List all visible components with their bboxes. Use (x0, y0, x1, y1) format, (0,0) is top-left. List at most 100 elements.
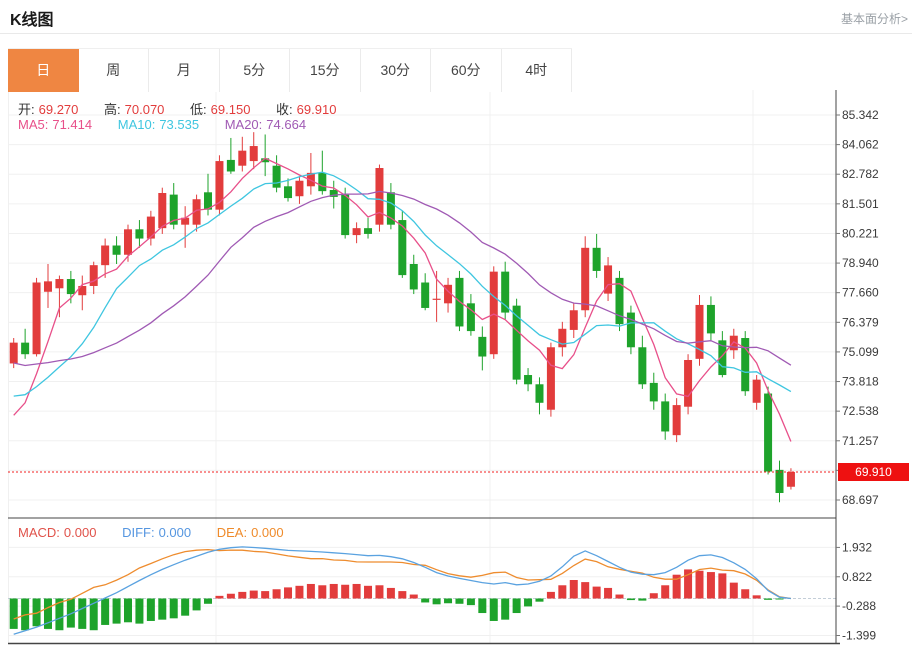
axis-label: 75.099 (842, 345, 879, 359)
macd-bar (467, 599, 475, 606)
candle (535, 384, 543, 403)
candle (250, 146, 258, 161)
candle (101, 245, 109, 265)
macd-bar (433, 599, 441, 605)
candle (638, 347, 646, 384)
ma5-label: MA5: (18, 117, 48, 132)
ma10-label: MA10: (118, 117, 156, 132)
tab-15分[interactable]: 15分 (290, 49, 361, 92)
macd-bar (478, 599, 486, 614)
macd-bar (776, 599, 784, 600)
candle (113, 245, 121, 254)
macd-bar (124, 599, 132, 623)
axis-label: 1.932 (842, 540, 872, 554)
macd-bar (764, 599, 772, 600)
candle (318, 173, 326, 191)
candle (227, 160, 235, 172)
axis-label: 68.697 (842, 493, 879, 507)
candle (33, 283, 41, 355)
tab-30分[interactable]: 30分 (361, 49, 432, 92)
dea-value: 0.000 (251, 525, 284, 540)
close-value: 69.910 (297, 102, 337, 117)
tab-5分[interactable]: 5分 (220, 49, 291, 92)
fundamental-analysis-link[interactable]: 基本面分析> (841, 10, 908, 27)
macd-label: MACD: (18, 525, 60, 540)
candle (673, 405, 681, 435)
kline-page: 85.34284.06282.78281.50180.22178.94077.6… (0, 0, 912, 649)
ma10-value: 73.535 (159, 117, 199, 132)
candle (353, 228, 361, 235)
axis-label: 84.062 (842, 138, 879, 152)
candle (238, 151, 246, 166)
axis-label: 73.818 (842, 375, 879, 389)
candle (478, 337, 486, 357)
candle (661, 401, 669, 431)
macd-bar (410, 595, 418, 599)
ma5-value: 71.414 (52, 117, 92, 132)
macd-bar (215, 596, 223, 599)
tab-60分[interactable]: 60分 (431, 49, 502, 92)
macd-bar (421, 599, 429, 603)
candle (135, 229, 143, 238)
macd-bar (444, 599, 452, 604)
macd-bar (375, 585, 383, 598)
macd-legend: MACD:0.000 DIFF:0.000 DEA:0.000 (18, 525, 288, 540)
candle (593, 248, 601, 271)
candle (284, 186, 292, 198)
macd-bar (78, 599, 86, 629)
macd-bar (730, 583, 738, 599)
macd-bar (696, 571, 704, 599)
macd-bar (193, 599, 201, 611)
tab-月[interactable]: 月 (149, 49, 220, 92)
open-value: 69.270 (39, 102, 79, 117)
candle (524, 375, 532, 384)
open-label: 开: (18, 102, 35, 117)
candle (147, 217, 155, 239)
macd-bar (170, 599, 178, 619)
candle (650, 383, 658, 402)
tab-日[interactable]: 日 (8, 49, 79, 92)
macd-bar (387, 588, 395, 599)
axis-label: 71.257 (842, 434, 879, 448)
macd-bar (113, 599, 121, 624)
macd-bar (615, 595, 623, 599)
candle (410, 264, 418, 289)
macd-bar (501, 599, 509, 620)
candle (764, 394, 772, 472)
macd-bar (341, 585, 349, 599)
tab-周[interactable]: 周 (79, 49, 150, 92)
macd-bar (181, 599, 189, 616)
high-value: 70.070 (125, 102, 165, 117)
macd-bar (604, 588, 612, 599)
candle (364, 228, 372, 234)
chart-canvas[interactable]: 85.34284.06282.78281.50180.22178.94077.6… (0, 0, 912, 649)
candle (158, 193, 166, 228)
macd-bar (581, 582, 589, 598)
low-label: 低: (190, 102, 207, 117)
macd-bar (490, 599, 498, 621)
macd-bar (238, 592, 246, 599)
macd-bar (741, 589, 749, 598)
ma-legend: MA5:71.414 MA10:73.535 MA20:74.664 (18, 117, 310, 132)
candle (21, 343, 29, 355)
macd-bar (593, 587, 601, 599)
diff-label: DIFF: (122, 525, 155, 540)
macd-bar (158, 599, 166, 620)
candle (10, 343, 18, 364)
macd-bar (638, 599, 646, 601)
macd-bar (135, 599, 143, 624)
diff-value: 0.000 (159, 525, 192, 540)
axis-label: 0.822 (842, 570, 872, 584)
ma10-line (14, 172, 791, 396)
macd-bar (353, 584, 361, 599)
header-divider (0, 33, 912, 34)
candle (341, 195, 349, 235)
current-price-tag: 69.910 (838, 463, 909, 481)
macd-bar (147, 599, 155, 621)
candle (90, 265, 98, 286)
tab-4时[interactable]: 4时 (502, 49, 573, 92)
axis-label: 77.660 (842, 286, 879, 300)
candle (375, 168, 383, 225)
macd-bar (295, 586, 303, 599)
axis-label: 82.782 (842, 167, 879, 181)
